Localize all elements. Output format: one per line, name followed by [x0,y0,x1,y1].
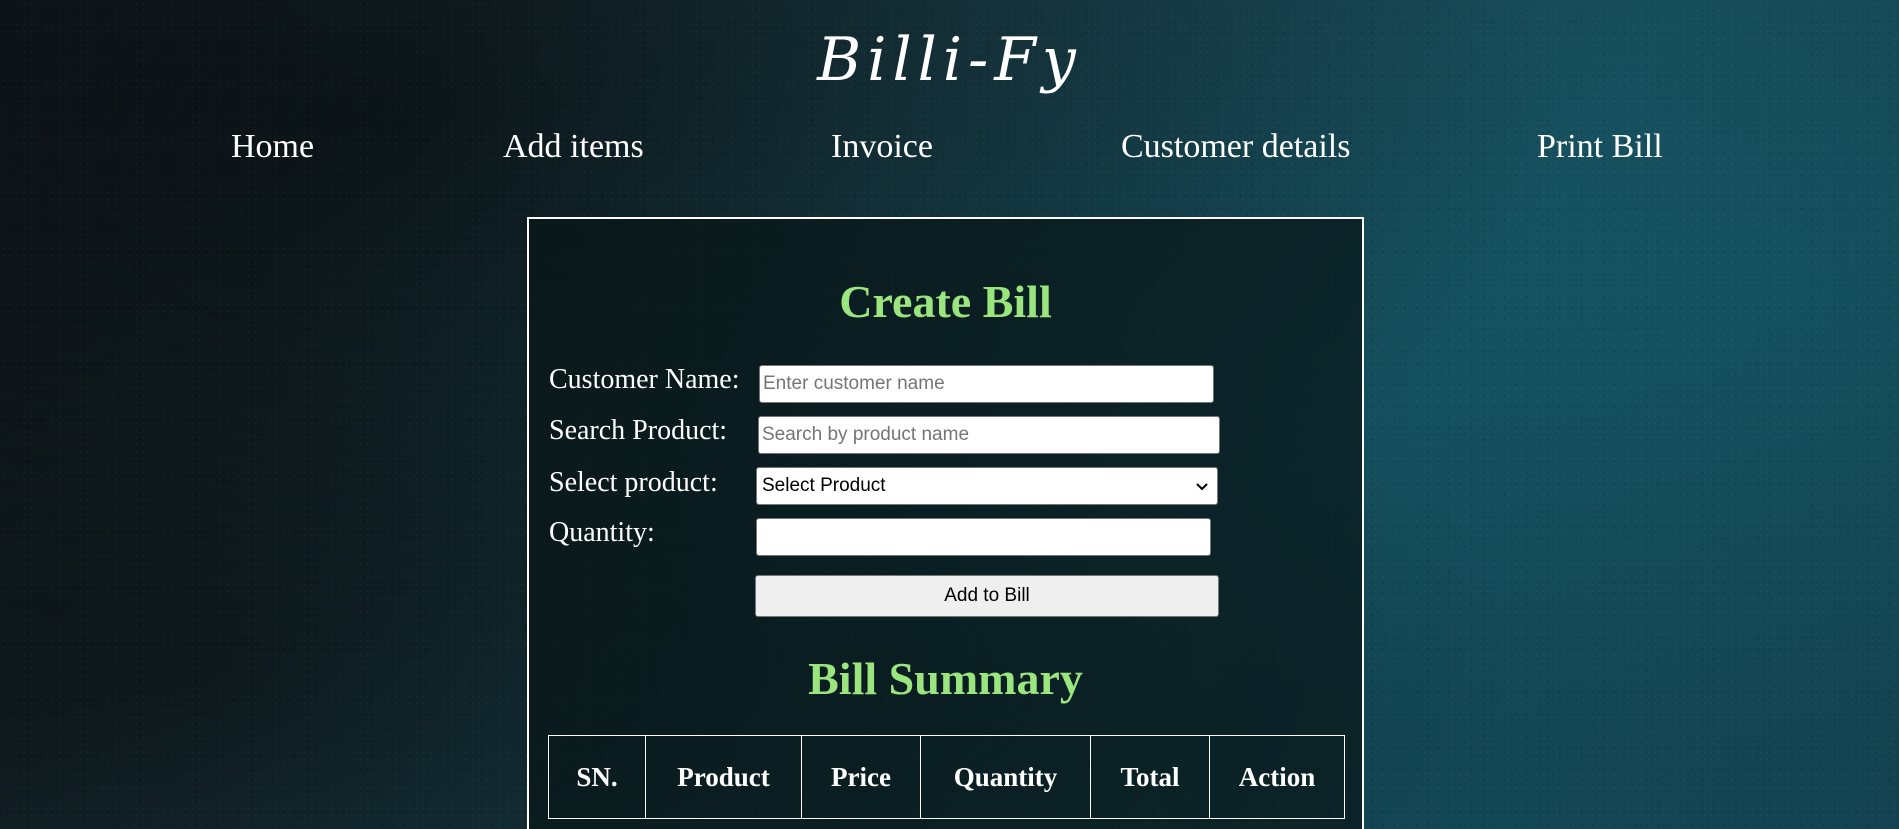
main-nav: Home Add items Invoice Customer details … [0,124,1899,170]
column-header-sn: SN. [548,735,646,819]
table-header-row: SN. Product Price Quantity Total Action [548,735,1345,819]
nav-home[interactable]: Home [231,124,314,170]
column-header-product: Product [645,735,802,819]
bill-summary-title: Bill Summary [808,653,1083,704]
search-product-label: Search Product: [549,415,728,446]
column-header-quantity: Quantity [920,735,1091,819]
nav-customer-details[interactable]: Customer details [1121,124,1350,170]
customer-name-label: Customer Name: [549,364,740,395]
quantity-label: Quantity: [549,517,655,548]
nav-add-items[interactable]: Add items [503,124,644,170]
chevron-down-icon [1195,468,1209,504]
column-header-action: Action [1209,735,1345,819]
select-product-value: Select Product [762,475,886,496]
create-bill-title: Create Bill [839,276,1052,327]
search-product-input[interactable] [758,416,1220,454]
quantity-input[interactable] [756,518,1211,556]
select-product-dropdown[interactable]: Select Product [756,467,1218,505]
add-to-bill-button[interactable]: Add to Bill [755,575,1219,617]
column-header-total: Total [1090,735,1210,819]
select-product-label: Select product: [549,467,718,498]
create-bill-panel: Create Bill Customer Name: Search Produc… [527,217,1364,829]
column-header-price: Price [801,735,921,819]
nav-print-bill[interactable]: Print Bill [1537,124,1663,170]
nav-invoice[interactable]: Invoice [831,124,933,170]
app-logo: Billi-Fy [817,25,1082,95]
customer-name-input[interactable] [759,365,1214,403]
bill-summary-table: SN. Product Price Quantity Total Action [548,735,1345,819]
